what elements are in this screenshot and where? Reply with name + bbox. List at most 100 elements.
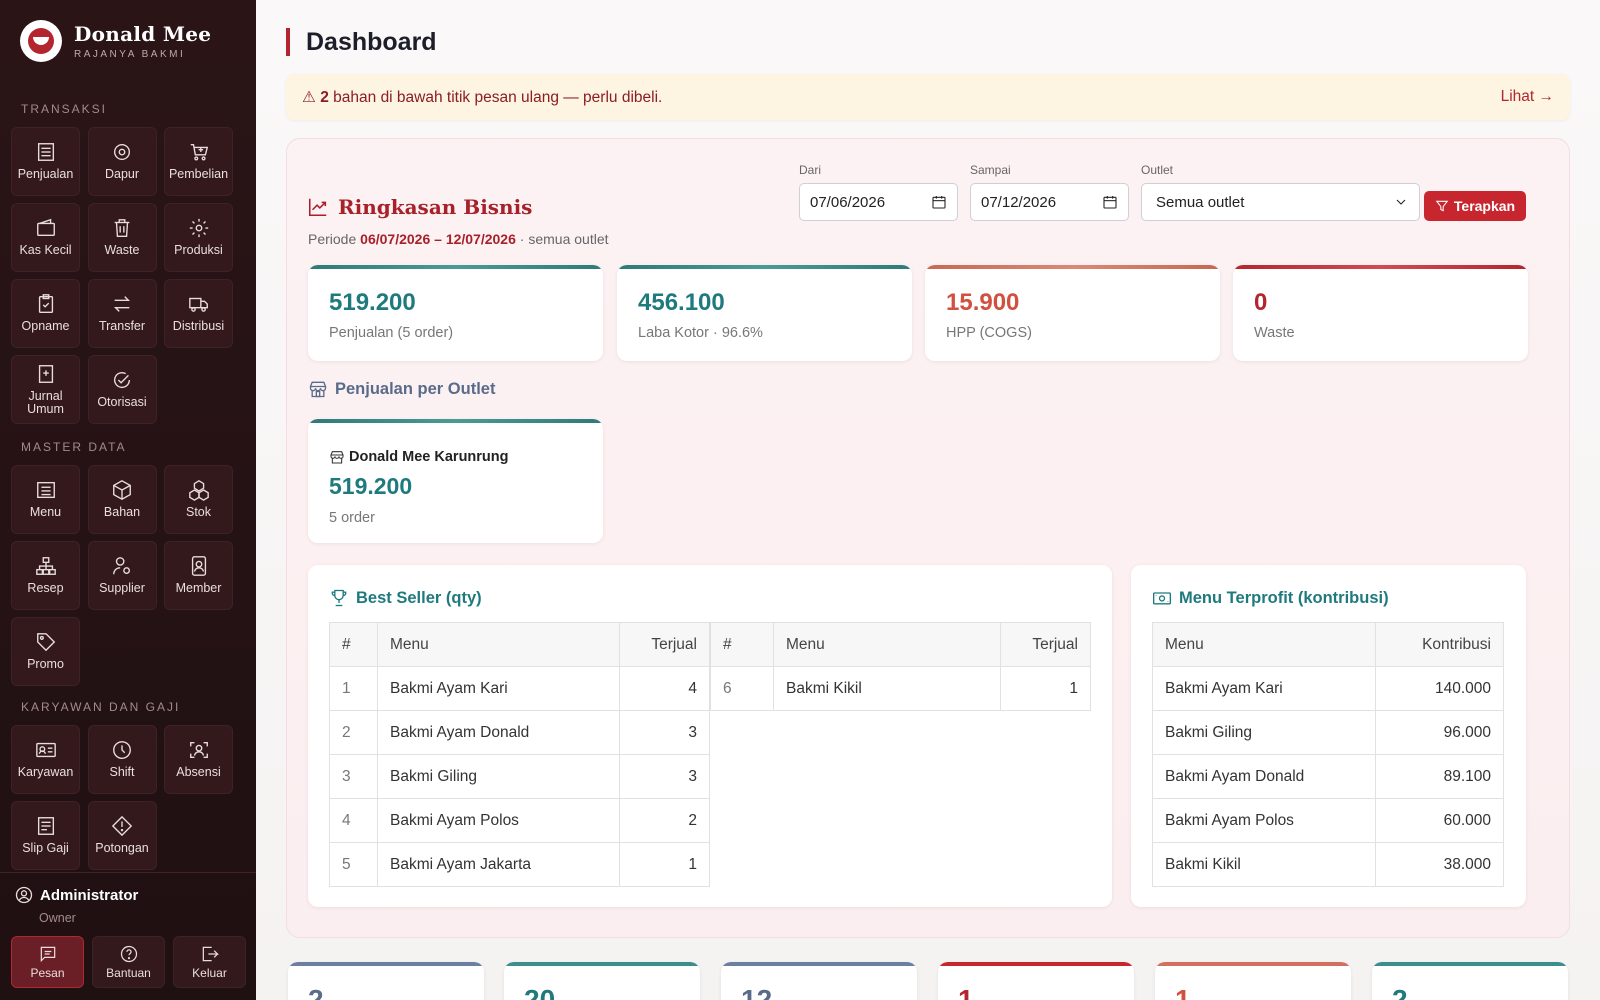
check-circle-icon xyxy=(113,372,131,389)
sidebar: Donald Mee RAJANYA BAKMI TRANSAKSI Penju… xyxy=(0,0,256,1000)
nav-menu[interactable]: Menu xyxy=(11,465,80,534)
nav-opname[interactable]: Opname xyxy=(11,279,80,348)
nav-penjualan[interactable]: Penjualan xyxy=(11,127,80,196)
person-badge-icon xyxy=(189,742,208,759)
date-to-input[interactable]: 07/12/2026 xyxy=(970,183,1129,221)
bottom-stat-card: 12 xyxy=(721,962,917,1000)
nav-distribusi[interactable]: Distribusi xyxy=(164,279,233,348)
outlet-select[interactable]: Semua outlet xyxy=(1141,183,1420,221)
user-circle-icon xyxy=(15,886,33,904)
stat-card-gross-profit: 456.100 Laba Kotor · 96.6% xyxy=(617,265,912,361)
profit-menu-table: Menu Kontribusi Bakmi Ayam Kari 140.000 B… xyxy=(1151,622,1504,887)
apply-filter-button[interactable]: Terapkan xyxy=(1424,191,1526,221)
diagram-icon xyxy=(35,557,56,576)
cart-icon xyxy=(190,144,208,161)
filter-outlet: Outlet Semua outlet xyxy=(1141,163,1420,221)
table-row: 6 Bakmi Kikil 1 xyxy=(710,666,1091,711)
outlet-order-count: 5 order xyxy=(329,510,375,526)
outlet-sales-value: 519.200 xyxy=(329,473,413,499)
filter-to: Sampai 07/12/2026 xyxy=(970,163,1129,221)
nav-slip-gaji[interactable]: Slip Gaji xyxy=(11,801,80,870)
list-icon xyxy=(36,482,55,499)
nav-stok[interactable]: Stok xyxy=(164,465,233,534)
id-card-icon xyxy=(35,743,56,758)
alert-view-link[interactable]: Lihat → xyxy=(1501,88,1554,106)
frying-pan-icon xyxy=(113,144,131,161)
truck-icon xyxy=(188,298,208,313)
user-name: Administrator xyxy=(40,886,139,904)
nav-bahan[interactable]: Bahan xyxy=(87,465,157,534)
table-row: 1 Bakmi Ayam Kari 4 xyxy=(329,666,710,711)
nav-potongan[interactable]: Potongan xyxy=(87,801,157,870)
message-icon xyxy=(40,946,55,963)
store-icon xyxy=(330,451,344,464)
trophy-icon xyxy=(331,589,347,607)
payslip-icon xyxy=(37,817,54,836)
table-row: 3 Bakmi Giling 3 xyxy=(329,754,710,799)
bottom-stat-card: 1 xyxy=(1155,962,1351,1000)
pesan-button[interactable]: Pesan xyxy=(11,936,84,988)
nav-otorisasi[interactable]: Otorisasi xyxy=(87,355,157,424)
best-seller-table-left: # Menu Terjual 1 Bakmi Ayam Kari 4 2 Bakmi … xyxy=(329,622,710,887)
nav-section-title: MASTER DATA xyxy=(21,440,127,454)
bottom-stat-card: 2 xyxy=(288,962,484,1000)
wallet-icon xyxy=(36,219,55,237)
nav-member[interactable]: Member xyxy=(164,541,233,610)
cash-icon xyxy=(1153,592,1171,605)
nav-waste[interactable]: Waste xyxy=(87,203,157,272)
best-seller-card: Best Seller (qty) # Menu Terjual 1 Bakmi … xyxy=(308,565,1112,907)
filter-from: Dari 07/06/2026 xyxy=(799,163,958,221)
nav-supplier[interactable]: Supplier xyxy=(87,541,157,610)
nav-resep[interactable]: Resep xyxy=(11,541,80,610)
nav-shift[interactable]: Shift xyxy=(87,725,157,794)
outlet-card[interactable]: Donald Mee Karunrung 519.200 5 order xyxy=(308,419,603,543)
nav-kas-kecil[interactable]: Kas Kecil xyxy=(11,203,80,272)
keluar-button[interactable]: Keluar xyxy=(173,936,246,988)
trash-icon xyxy=(114,219,130,238)
alert-text: bahan di bawah titik pesan ulang — perlu… xyxy=(333,88,663,106)
stat-card-waste: 0 Waste xyxy=(1233,265,1528,361)
nav-produksi[interactable]: Produksi xyxy=(164,203,233,272)
brand-name: Donald Mee xyxy=(74,22,212,46)
member-card-icon xyxy=(191,556,206,577)
calendar-icon[interactable] xyxy=(1102,194,1118,210)
table-row: Bakmi Ayam Kari 140.000 xyxy=(1151,666,1504,711)
nav-jurnal-umum[interactable]: Jurnal Umum xyxy=(11,355,80,424)
business-summary-panel: Ringkasan Bisnis Periode 06/07/2026 – 12… xyxy=(286,138,1570,938)
stat-card-cogs: 15.900 HPP (COGS) xyxy=(925,265,1220,361)
profit-menu-title: Menu Terprofit (kontribusi) xyxy=(1152,588,1389,608)
nav-grid-transaksi: Penjualan Dapur Pembelian Kas Kecil Wast… xyxy=(11,127,233,424)
warning-diamond-icon xyxy=(111,816,133,837)
tag-icon xyxy=(36,633,55,652)
help-icon xyxy=(120,946,137,963)
date-from-input[interactable]: 07/06/2026 xyxy=(799,183,958,221)
stat-card-sales: 519.200 Penjualan (5 order) xyxy=(308,265,603,361)
filter-icon xyxy=(1435,200,1449,212)
bantuan-button[interactable]: Bantuan xyxy=(92,936,165,988)
gear-icon xyxy=(189,219,208,238)
bottom-actions: Pesan Bantuan Keluar xyxy=(11,936,246,988)
logout-icon xyxy=(202,946,219,962)
brand[interactable]: Donald Mee RAJANYA BAKMI xyxy=(20,20,211,62)
period-text: Periode 06/07/2026 – 12/07/2026 · semua … xyxy=(308,231,609,247)
clipboard-check-icon xyxy=(38,294,53,314)
summary-title: Ringkasan Bisnis xyxy=(307,195,532,219)
trend-chart-icon xyxy=(308,198,327,217)
receipt-icon xyxy=(37,143,54,162)
user-role: Owner xyxy=(39,911,76,925)
nav-transfer[interactable]: Transfer xyxy=(87,279,157,348)
bottom-stat-card: 20 xyxy=(504,962,700,1000)
table-row: Bakmi Kikil 38.000 xyxy=(1151,842,1504,887)
nav-karyawan[interactable]: Karyawan xyxy=(11,725,80,794)
calendar-icon[interactable] xyxy=(931,194,947,210)
nav-pembelian[interactable]: Pembelian xyxy=(164,127,233,196)
page-title: Dashboard xyxy=(286,28,437,56)
nav-promo[interactable]: Promo xyxy=(11,617,80,686)
arrows-swap-icon xyxy=(113,296,131,313)
nav-absensi[interactable]: Absensi xyxy=(164,725,233,794)
person-gear-icon xyxy=(113,557,131,575)
clock-icon xyxy=(113,741,131,760)
nav-dapur[interactable]: Dapur xyxy=(87,127,157,196)
table-row: Bakmi Ayam Polos 60.000 xyxy=(1151,798,1504,843)
table-row: 5 Bakmi Ayam Jakarta 1 xyxy=(329,842,710,887)
